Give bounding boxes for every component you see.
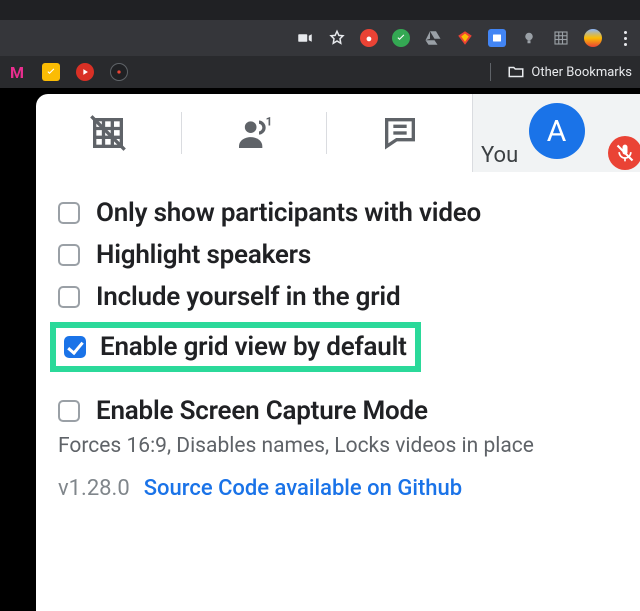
checkbox[interactable]: [58, 202, 80, 224]
checkbox-checked[interactable]: [64, 336, 86, 358]
extension-icon-green[interactable]: [392, 29, 410, 47]
tab-people[interactable]: 1: [182, 94, 327, 172]
other-bookmarks-button[interactable]: Other Bookmarks: [490, 63, 632, 81]
checkbox[interactable]: [58, 400, 80, 422]
checkbox[interactable]: [58, 244, 80, 266]
tab-grid-disabled[interactable]: [36, 94, 181, 172]
bookmark-star-icon[interactable]: [328, 29, 346, 47]
extension-icon-grid[interactable]: [552, 29, 570, 47]
bookmark-item-red-circle[interactable]: [76, 63, 94, 81]
svg-text:1: 1: [266, 115, 273, 129]
extension-icon-blue[interactable]: [488, 29, 506, 47]
folder-icon: [507, 63, 525, 81]
option-label: Enable grid view by default: [100, 332, 407, 362]
bookmark-item-yellow[interactable]: [42, 63, 60, 81]
people-icon: 1: [234, 113, 274, 153]
grid-off-icon: [88, 113, 128, 153]
option-screen-capture[interactable]: Enable Screen Capture Mode: [58, 390, 622, 432]
avatar-initial: A: [547, 114, 567, 149]
avatar: A: [529, 103, 585, 159]
extension-icon-red[interactable]: ●: [360, 29, 378, 47]
extension-popup-panel: 1 A You Only show participants with vide: [36, 94, 640, 611]
bookmarks-bar: M Other Bookmarks: [0, 56, 640, 88]
extension-icon-bulb[interactable]: [520, 29, 538, 47]
bookmark-item-dark-circle[interactable]: [110, 63, 128, 81]
self-video-tile[interactable]: A You: [472, 94, 640, 172]
checkbox[interactable]: [58, 286, 80, 308]
version-label: v1.28.0: [58, 476, 130, 501]
option-include-self[interactable]: Include yourself in the grid: [58, 276, 622, 318]
tab-chat[interactable]: [327, 94, 472, 172]
other-bookmarks-label: Other Bookmarks: [531, 65, 632, 80]
extension-icon-superman[interactable]: [456, 29, 474, 47]
option-description: Forces 16:9, Disables names, Locks video…: [58, 434, 622, 458]
option-label: Enable Screen Capture Mode: [96, 396, 428, 426]
drive-icon[interactable]: [424, 29, 442, 47]
chrome-tab-strip: [0, 0, 640, 20]
chrome-toolbar: ●: [0, 20, 640, 56]
camera-icon[interactable]: [296, 29, 314, 47]
profile-avatar-icon[interactable]: [584, 29, 602, 47]
mic-muted-badge[interactable]: [608, 136, 640, 170]
self-label: You: [481, 143, 518, 168]
option-highlight-speakers[interactable]: Highlight speakers: [58, 234, 622, 276]
option-only-video[interactable]: Only show participants with video: [58, 192, 622, 234]
chrome-menu-button[interactable]: [616, 31, 634, 46]
highlighted-option: Enable grid view by default: [50, 322, 421, 372]
option-label: Include yourself in the grid: [96, 282, 400, 312]
chat-icon: [380, 113, 420, 153]
option-label: Highlight speakers: [96, 240, 311, 270]
bookmarks-divider: [490, 63, 491, 81]
option-label: Only show participants with video: [96, 198, 481, 228]
source-code-link[interactable]: Source Code available on Github: [144, 476, 462, 501]
bookmark-item-m[interactable]: M: [8, 63, 26, 81]
mic-off-icon: [615, 143, 635, 163]
